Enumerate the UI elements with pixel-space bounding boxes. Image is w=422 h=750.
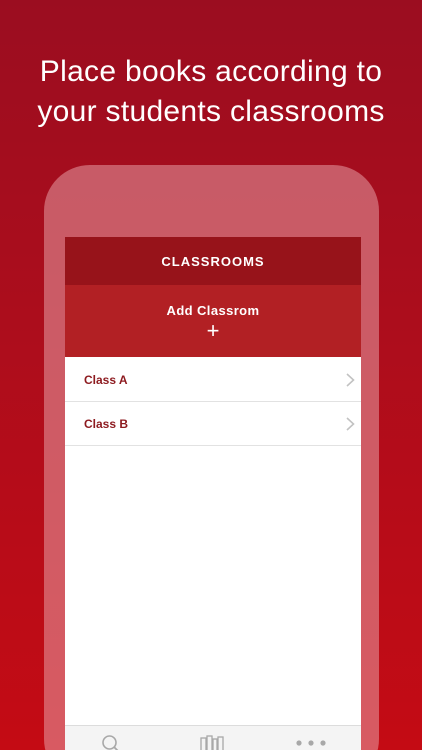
promo-headline: Place books according to your students c…	[0, 52, 422, 132]
chevron-right-icon	[346, 373, 355, 387]
more-icon[interactable]	[295, 738, 327, 748]
classroom-label: Class A	[84, 372, 128, 387]
library-icon[interactable]	[199, 734, 225, 750]
classroom-row-class-a[interactable]: Class A	[65, 358, 361, 402]
tab-bar	[65, 725, 361, 750]
add-classroom-label: Add Classrom	[166, 302, 260, 318]
plus-icon: +	[206, 317, 220, 343]
classroom-label: Class B	[84, 416, 129, 431]
headline-line-2: your students classrooms	[37, 95, 385, 128]
chevron-right-icon	[346, 417, 355, 431]
classroom-row-class-b[interactable]: Class B	[65, 402, 361, 446]
nav-bar: CLASSROOMS	[65, 237, 361, 285]
phone-screen: CLASSROOMS Add Classrom + Class A Class …	[65, 237, 361, 750]
nav-title: CLASSROOMS	[161, 253, 265, 269]
search-icon[interactable]	[101, 734, 121, 750]
classroom-list: Class A Class B	[65, 358, 361, 446]
add-classroom-button[interactable]: Add Classrom +	[65, 285, 361, 357]
headline-line-1: Place books according to	[39, 55, 383, 88]
